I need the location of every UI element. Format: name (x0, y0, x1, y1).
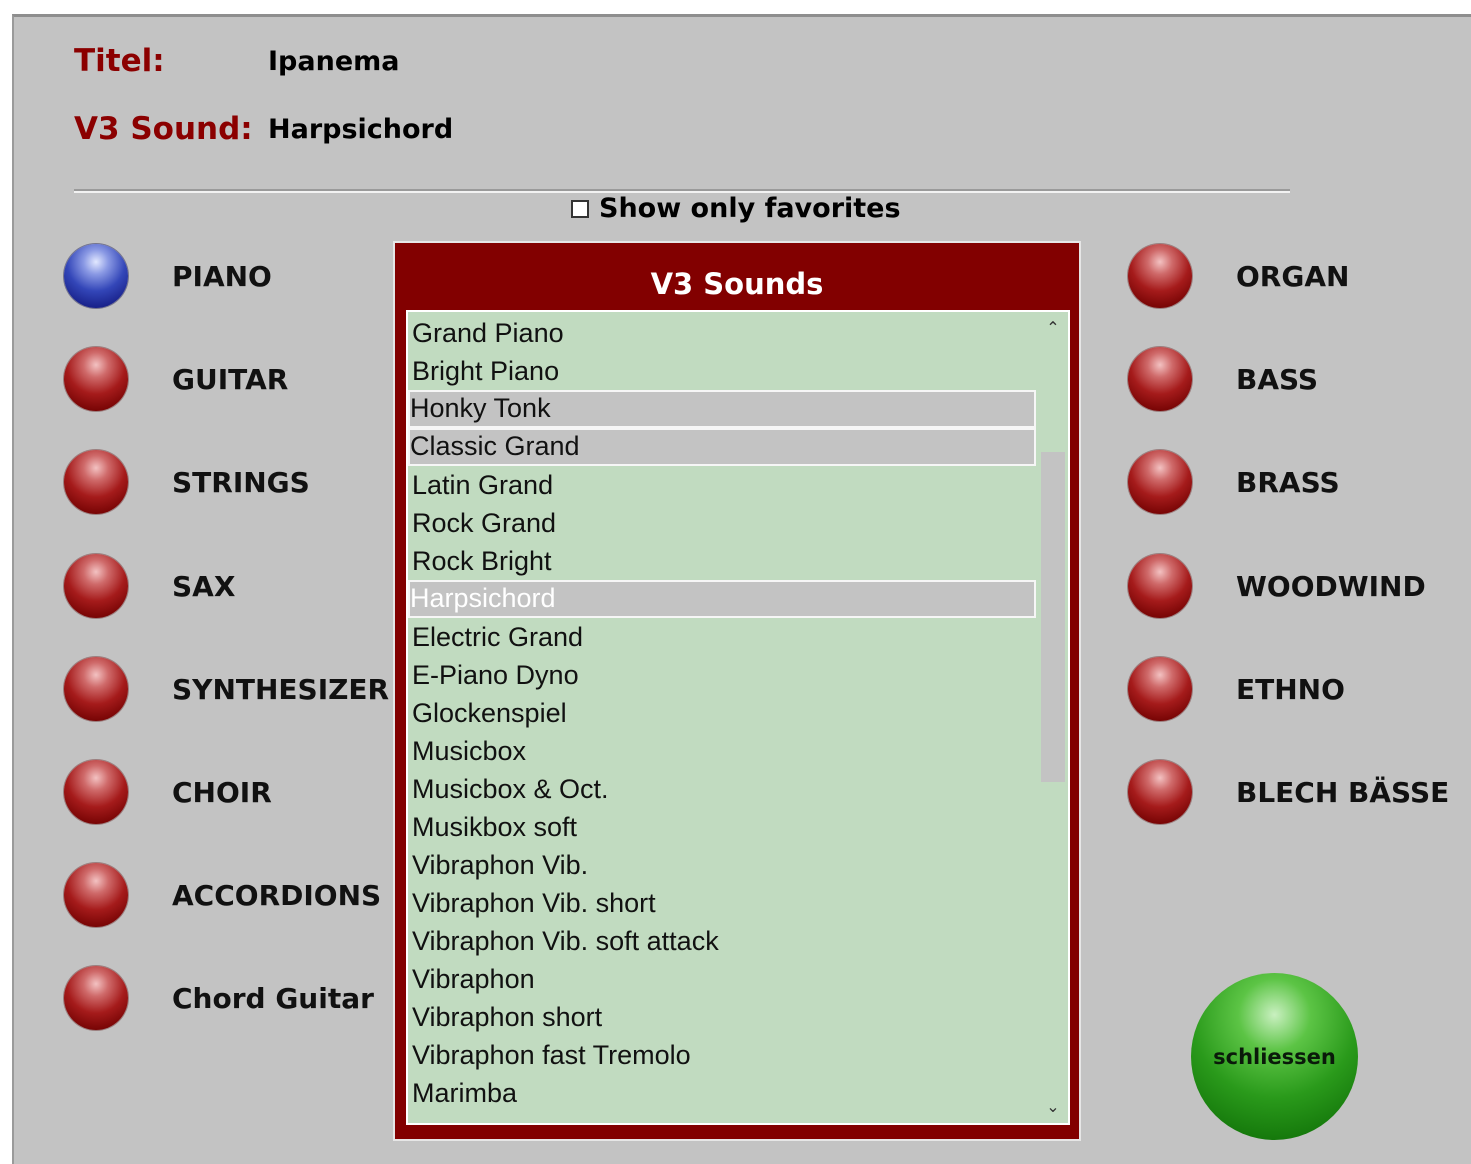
chevron-down-icon[interactable]: ⌄ (1038, 1093, 1068, 1121)
sound-list-item[interactable]: E-Piano Dyno (408, 656, 1036, 694)
radio-orb-icon[interactable] (64, 347, 128, 411)
chevron-up-icon[interactable]: ⌃ (1038, 314, 1068, 342)
favorites-toggle[interactable]: Show only favorites (571, 193, 901, 224)
category-label: CHOIR (172, 775, 272, 809)
sound-list-item[interactable]: Vibraphon (408, 960, 1036, 998)
category-choir[interactable]: CHOIR (64, 760, 272, 824)
category-label: PIANO (172, 259, 272, 293)
sound-list-item[interactable]: Latin Grand (408, 466, 1036, 504)
category-label: ETHNO (1236, 672, 1345, 706)
radio-orb-icon[interactable] (64, 554, 128, 618)
radio-orb-icon[interactable] (1128, 554, 1192, 618)
sound-list-panel: V3 Sounds Grand Piano Bright Piano Honky T… (393, 241, 1081, 1141)
sound-list-item[interactable]: Vibraphon Vib. short (408, 884, 1036, 922)
category-label: ACCORDIONS (172, 878, 382, 912)
sound-list-item[interactable]: Rock Bright (408, 542, 1036, 580)
sound-list-item[interactable]: Vibraphon Vib. soft attack (408, 922, 1036, 960)
sound-list-item[interactable]: Electric Grand (408, 618, 1036, 656)
category-bass[interactable]: BASS (1128, 347, 1318, 411)
sound-list: Grand Piano Bright Piano Honky Tonk Classic… (408, 314, 1036, 1112)
sound-list-title: V3 Sounds (650, 267, 824, 301)
category-organ[interactable]: ORGAN (1128, 244, 1349, 308)
sound-list-item[interactable]: Glockenspiel (408, 694, 1036, 732)
sound-list-item[interactable]: Classic Grand (408, 428, 1036, 466)
sound-list-item[interactable]: Marimba (408, 1074, 1036, 1112)
category-label: BLECH BÄSSE (1236, 775, 1450, 809)
category-label: BASS (1236, 362, 1319, 396)
category-label: STRINGS (172, 465, 310, 499)
sound-listbox[interactable]: Grand Piano Bright Piano Honky Tonk Classic… (406, 310, 1070, 1125)
radio-orb-icon[interactable] (64, 657, 128, 721)
close-button[interactable]: schliessen (1191, 973, 1358, 1140)
category-ethno[interactable]: ETHNO (1128, 657, 1345, 721)
sound-label: V3 Sound: (74, 111, 253, 147)
sound-list-item[interactable]: Bright Piano (408, 352, 1036, 390)
category-accordions[interactable]: ACCORDIONS (64, 863, 381, 927)
category-label: BRASS (1236, 465, 1340, 499)
radio-orb-icon[interactable] (64, 966, 128, 1030)
scrollbar-thumb[interactable] (1041, 452, 1065, 782)
category-blech-baesse[interactable]: BLECH BÄSSE (1128, 760, 1449, 824)
sound-list-item[interactable]: Harpsichord (408, 580, 1036, 618)
category-label: GUITAR (172, 362, 289, 396)
category-chord-guitar[interactable]: Chord Guitar (64, 966, 374, 1030)
category-sax[interactable]: SAX (64, 554, 235, 618)
category-label: ORGAN (1236, 259, 1350, 293)
category-woodwind[interactable]: WOODWIND (1128, 554, 1426, 618)
radio-orb-icon[interactable] (64, 863, 128, 927)
favorites-checkbox[interactable] (571, 199, 589, 218)
category-synthesizer[interactable]: SYNTHESIZER (64, 657, 389, 721)
sound-list-item[interactable]: Rock Grand (408, 504, 1036, 542)
radio-orb-icon[interactable] (1128, 347, 1192, 411)
sound-value: Harpsichord (268, 114, 454, 145)
sound-list-item[interactable]: Vibraphon Vib. (408, 846, 1036, 884)
category-brass[interactable]: BRASS (1128, 450, 1340, 514)
sound-list-item[interactable]: Honky Tonk (408, 390, 1036, 428)
sound-selection-window: Titel: Ipanema V3 Sound: Harpsichord Sho… (12, 14, 1471, 1164)
sound-list-item[interactable]: Musicbox (408, 732, 1036, 770)
category-guitar[interactable]: GUITAR (64, 347, 288, 411)
sound-list-item[interactable]: Musikbox soft (408, 808, 1036, 846)
category-label: WOODWIND (1236, 569, 1426, 603)
title-value: Ipanema (268, 46, 400, 77)
list-scrollbar[interactable]: ⌃ ⌄ (1038, 312, 1068, 1123)
radio-orb-icon[interactable] (1128, 760, 1192, 824)
sound-list-item[interactable]: Vibraphon short (408, 998, 1036, 1036)
sound-list-item[interactable]: Musicbox & Oct. (408, 770, 1036, 808)
radio-orb-icon[interactable] (1128, 657, 1192, 721)
category-label: Chord Guitar (172, 981, 374, 1015)
radio-orb-icon[interactable] (64, 244, 128, 308)
category-strings[interactable]: STRINGS (64, 450, 310, 514)
favorites-label: Show only favorites (599, 193, 901, 224)
title-label: Titel: (74, 43, 165, 79)
category-label: SYNTHESIZER (172, 672, 390, 706)
category-label: SAX (172, 569, 236, 603)
radio-orb-icon[interactable] (1128, 450, 1192, 514)
radio-orb-icon[interactable] (64, 760, 128, 824)
sound-list-item[interactable]: Grand Piano (408, 314, 1036, 352)
radio-orb-icon[interactable] (64, 450, 128, 514)
category-piano[interactable]: PIANO (64, 244, 272, 308)
sound-list-item[interactable]: Vibraphon fast Tremolo (408, 1036, 1036, 1074)
radio-orb-icon[interactable] (1128, 244, 1192, 308)
